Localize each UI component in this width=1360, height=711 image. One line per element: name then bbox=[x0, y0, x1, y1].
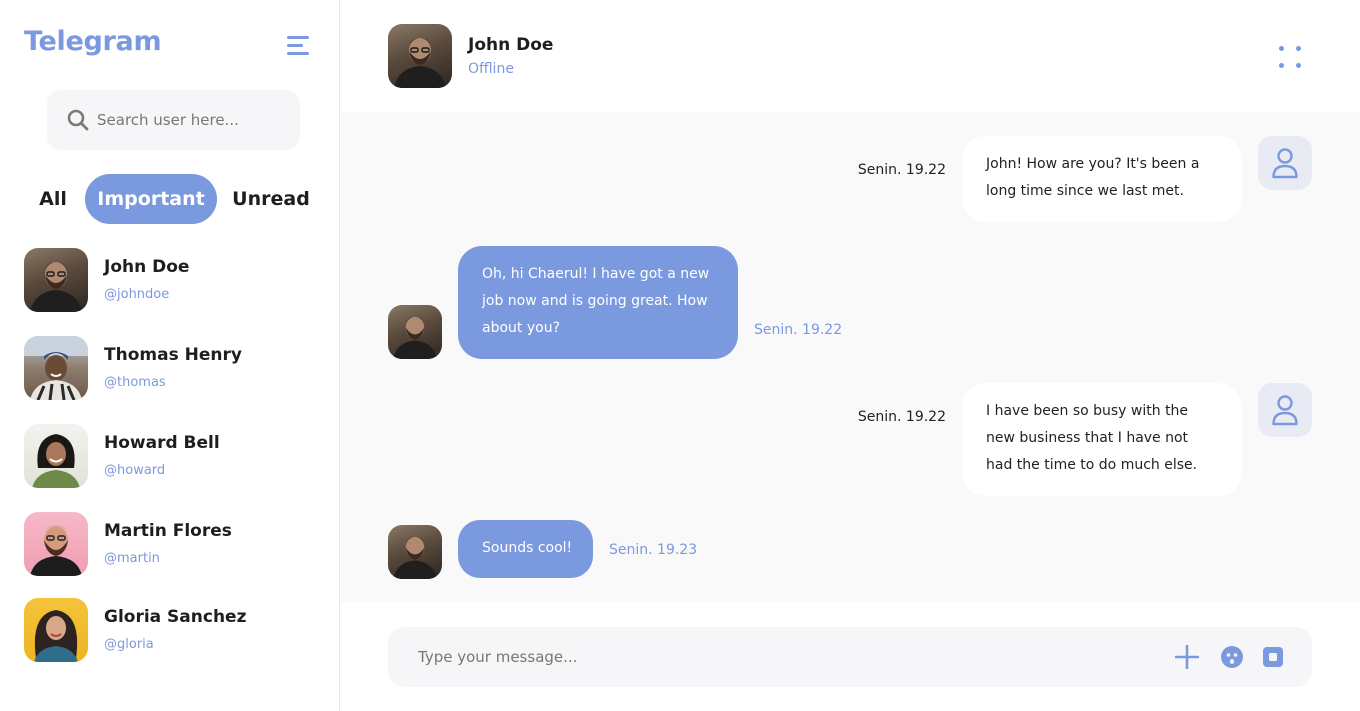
message-bubble: I have been so busy with the new busines… bbox=[962, 383, 1242, 496]
emoji-icon[interactable] bbox=[1220, 645, 1244, 669]
avatar bbox=[24, 424, 88, 488]
contact-name: Thomas Henry bbox=[104, 345, 242, 365]
search-input[interactable] bbox=[97, 90, 292, 150]
avatar bbox=[24, 248, 88, 312]
user-badge bbox=[1258, 383, 1312, 437]
message-time: Senin. 19.22 bbox=[857, 162, 946, 178]
avatar bbox=[24, 598, 88, 662]
search-icon bbox=[67, 109, 89, 131]
contact-handle: @howard bbox=[104, 463, 166, 478]
chat-contact-status: Offline bbox=[468, 61, 514, 77]
avatar bbox=[388, 525, 442, 579]
tab-important[interactable]: Important bbox=[85, 174, 217, 224]
contact-handle: @gloria bbox=[104, 637, 154, 652]
user-badge bbox=[1258, 136, 1312, 190]
avatar[interactable] bbox=[388, 24, 452, 88]
contact-handle: @johndoe bbox=[104, 287, 170, 302]
message-time: Senin. 19.22 bbox=[754, 322, 843, 338]
contact-item[interactable]: Thomas Henry @thomas bbox=[24, 336, 324, 400]
contact-item[interactable]: John Doe @johndoe bbox=[24, 248, 324, 312]
user-icon bbox=[1272, 148, 1298, 179]
menu-icon[interactable] bbox=[287, 34, 311, 56]
contact-name: John Doe bbox=[104, 257, 190, 277]
search-box bbox=[47, 90, 300, 150]
message-bubble: Oh, hi Chaerul! I have got a new job now… bbox=[458, 246, 738, 359]
message-time: Senin. 19.23 bbox=[609, 542, 698, 558]
contact-name: Howard Bell bbox=[104, 433, 220, 453]
contact-name: Martin Flores bbox=[104, 521, 232, 541]
stop-icon[interactable] bbox=[1261, 645, 1285, 669]
contact-item[interactable]: Gloria Sanchez @gloria bbox=[24, 598, 324, 662]
more-icon[interactable] bbox=[1278, 45, 1302, 69]
avatar bbox=[388, 305, 442, 359]
message-bubble: John! How are you? It's been a long time… bbox=[962, 136, 1242, 222]
message-bubble: Sounds cool! bbox=[458, 520, 593, 578]
contact-item[interactable]: Howard Bell @howard bbox=[24, 424, 324, 488]
app-window: Telegram All Important Unread bbox=[0, 0, 1360, 711]
tab-unread[interactable]: Unread bbox=[229, 174, 313, 224]
chat-contact-name: John Doe bbox=[468, 35, 554, 55]
message-composer bbox=[388, 627, 1312, 687]
message-time: Senin. 19.22 bbox=[857, 409, 946, 425]
avatar bbox=[24, 512, 88, 576]
chat-header: John Doe Offline bbox=[341, 0, 1360, 112]
message-input[interactable] bbox=[418, 627, 1158, 687]
contact-item[interactable]: Martin Flores @martin bbox=[24, 512, 324, 576]
contact-name: Gloria Sanchez bbox=[104, 607, 247, 627]
user-icon bbox=[1272, 395, 1298, 426]
tab-all[interactable]: All bbox=[33, 174, 73, 224]
contact-handle: @martin bbox=[104, 551, 160, 566]
avatar bbox=[24, 336, 88, 400]
chat-panel: John Doe Offline Senin. 19.22 John! How … bbox=[341, 0, 1360, 711]
plus-icon[interactable] bbox=[1175, 645, 1199, 669]
app-title: Telegram bbox=[24, 26, 162, 57]
message-list: Senin. 19.22 John! How are you? It's bee… bbox=[341, 112, 1360, 602]
contact-handle: @thomas bbox=[104, 375, 166, 390]
sidebar: Telegram All Important Unread bbox=[0, 0, 340, 711]
